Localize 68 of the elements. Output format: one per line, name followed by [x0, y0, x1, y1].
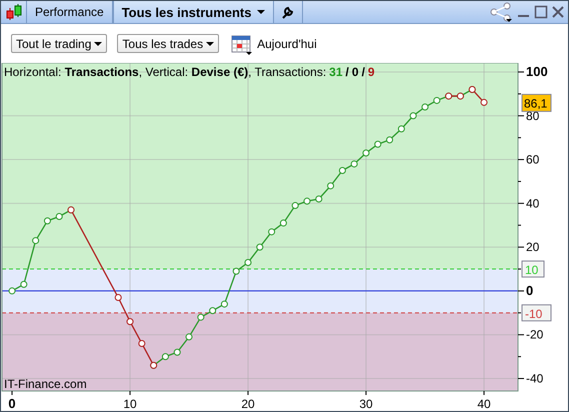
calendar-icon[interactable]	[231, 32, 254, 54]
data-point	[386, 136, 394, 144]
wrench-icon[interactable]	[280, 4, 296, 20]
candlestick-icon	[5, 3, 23, 21]
data-point	[56, 213, 63, 220]
data-point	[292, 202, 299, 210]
close-icon[interactable]	[551, 5, 565, 19]
y-axis-label: 20	[526, 240, 540, 254]
reference-line-label: 10	[522, 260, 544, 278]
reference-line-label: -10	[522, 304, 552, 322]
data-point	[410, 112, 417, 120]
transaction-count: /	[346, 65, 349, 79]
data-point	[315, 195, 322, 202]
watermark-text: IT-Finance.com	[4, 377, 87, 391]
y-axis-label: -40	[526, 372, 544, 386]
y-axis-label: 100	[526, 64, 548, 79]
data-point	[232, 268, 240, 275]
tab[interactable]: Tous les instruments	[112, 1, 274, 23]
y-axis-label: 40	[526, 196, 540, 210]
maximize-icon[interactable]	[534, 5, 548, 19]
x-axis-label: 0	[8, 396, 16, 411]
ref-line-label: 10	[525, 263, 539, 278]
date-label[interactable]: Aujourd'hui	[257, 36, 317, 50]
x-axis-label: 10	[123, 397, 137, 411]
data-point	[162, 353, 169, 360]
dropdown[interactable]: Tous les trades	[117, 34, 220, 53]
current-value-label: 86,1	[522, 94, 552, 112]
dropdown[interactable]: Tout le trading	[11, 34, 108, 53]
data-point	[174, 348, 181, 356]
data-point	[197, 314, 204, 321]
data-point	[114, 294, 122, 301]
transaction-count: 31	[329, 65, 343, 79]
y-axis-label: 0	[526, 282, 534, 298]
data-point	[126, 318, 134, 326]
caret-icon	[94, 42, 102, 46]
caret-icon	[256, 10, 264, 14]
caret-icon	[206, 42, 214, 46]
data-point	[44, 217, 51, 224]
data-point	[304, 198, 311, 205]
x-axis-label: 20	[241, 397, 255, 411]
data-point	[32, 237, 40, 244]
ref-line-label: -10	[525, 306, 543, 321]
transaction-count: 0	[352, 65, 359, 79]
transaction-count: 9	[368, 65, 375, 79]
transaction-count: /	[362, 65, 365, 79]
x-axis-label: 40	[477, 397, 491, 411]
y-axis-label: 60	[526, 152, 540, 167]
share-icon[interactable]	[488, 2, 514, 22]
data-point	[186, 333, 193, 340]
data-point	[256, 244, 264, 251]
data-point	[374, 140, 382, 148]
data-point	[433, 96, 440, 104]
data-point	[268, 228, 276, 236]
y-axis-label: -20	[526, 328, 544, 342]
x-axis-label: 30	[359, 397, 373, 411]
data-point	[398, 125, 405, 132]
data-point	[280, 220, 287, 227]
chart-info-text: Horizontal: Transactions, Vertical: Devise (€), Transactions:	[4, 65, 326, 79]
data-point	[480, 98, 488, 106]
data-point	[20, 280, 28, 288]
data-point	[338, 167, 346, 174]
data-point	[350, 160, 358, 168]
data-point	[209, 307, 216, 314]
data-point	[422, 104, 429, 110]
data-point	[220, 300, 228, 308]
data-point	[327, 182, 334, 190]
data-point	[138, 340, 146, 347]
data-point	[8, 287, 16, 294]
